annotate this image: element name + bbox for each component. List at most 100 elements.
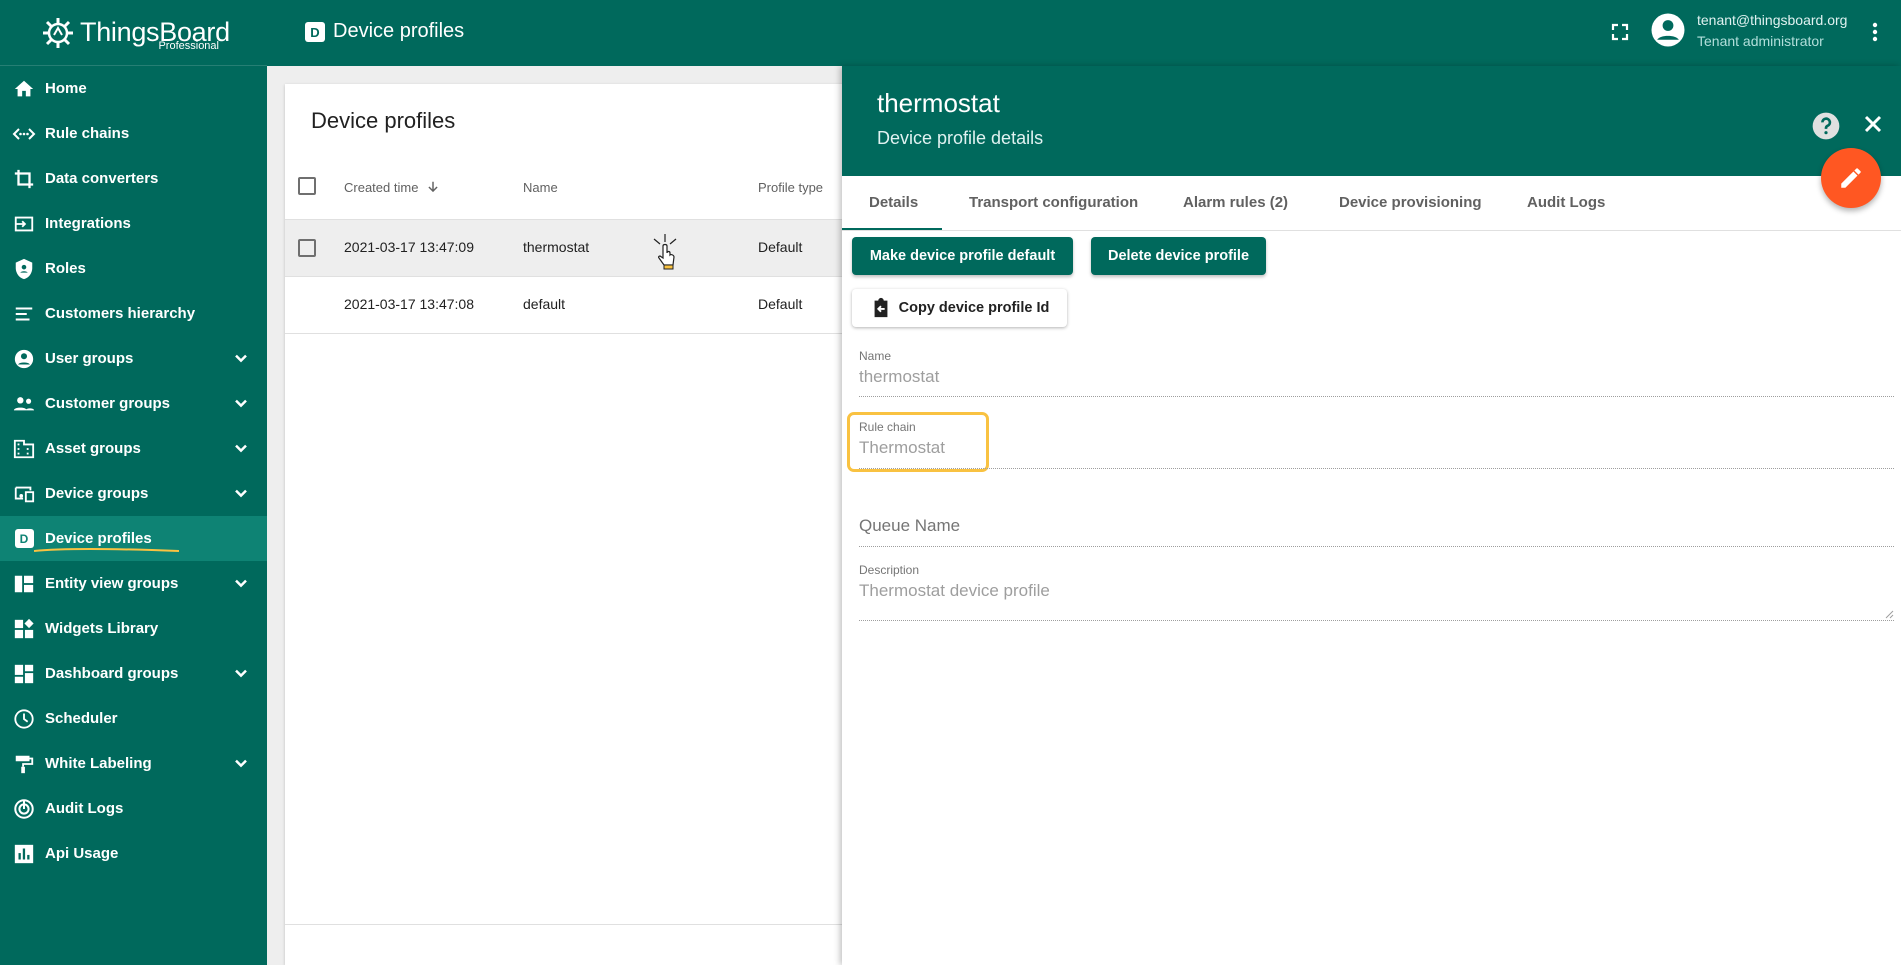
sidebar-item-label: User groups	[45, 350, 134, 367]
clock-icon	[12, 707, 36, 731]
table-row[interactable]: 2021-03-17 13:47:09 thermostat Default	[285, 220, 905, 277]
queue-name-field[interactable]: Queue Name	[859, 516, 1894, 566]
column-header-created-time[interactable]: Created time	[344, 180, 440, 195]
chevron-down-icon[interactable]	[231, 754, 251, 774]
chevron-down-icon[interactable]	[231, 394, 251, 414]
description-label: Description	[859, 563, 920, 577]
sidebar-item-device-profiles[interactable]: D Device profiles	[0, 516, 267, 561]
home-icon	[12, 77, 36, 101]
sidebar-item-scheduler[interactable]: Scheduler	[0, 696, 267, 741]
tab-transport-configuration[interactable]: Transport configuration	[969, 194, 1138, 211]
more-vert-icon[interactable]	[1863, 20, 1887, 44]
chevron-down-icon[interactable]	[231, 349, 251, 369]
chevron-down-icon[interactable]	[231, 574, 251, 594]
sidebar-item-label: Rule chains	[45, 125, 130, 142]
device-profile-icon: D	[12, 527, 36, 551]
details-header: thermostat Device profile details	[842, 66, 1901, 176]
details-subtitle: Device profile details	[877, 128, 1044, 148]
details-panel: thermostat Device profile details Detail…	[842, 66, 1901, 965]
rule-chain-field[interactable]: Rule chain Thermostat	[859, 420, 1894, 480]
avatar[interactable]	[1650, 12, 1686, 48]
sidebar-item-label: Customers hierarchy	[45, 305, 196, 322]
tab-device-provisioning[interactable]: Device provisioning	[1339, 194, 1482, 211]
hand-cursor-icon	[653, 234, 677, 270]
fullscreen-icon[interactable]	[1608, 20, 1632, 44]
description-field[interactable]: Description Thermostat device profile	[859, 563, 1894, 643]
rule-chain-label: Rule chain	[859, 420, 916, 434]
chevron-down-icon[interactable]	[231, 484, 251, 504]
thingsboard-logo-icon	[43, 17, 73, 48]
close-icon[interactable]	[1859, 110, 1887, 138]
user-role: Tenant administrator	[1697, 33, 1824, 49]
audit-icon	[12, 797, 36, 821]
arrow-down-icon	[428, 181, 438, 193]
sidebar-item-audit-logs[interactable]: Audit Logs	[0, 786, 267, 831]
data-converters-icon	[12, 167, 36, 191]
sidebar-item-customers-hierarchy[interactable]: Customers hierarchy	[0, 291, 267, 336]
name-field[interactable]: Name thermostat	[859, 349, 1894, 409]
device-profiles-card: Device profiles Created time Name Profil…	[285, 84, 905, 965]
sidebar-item-label: Home	[45, 80, 87, 97]
sidebar-item-label: Device profiles	[45, 530, 152, 547]
logo[interactable]: ThingsBoard Professional	[0, 0, 267, 66]
sidebar-item-device-groups[interactable]: Device groups	[0, 471, 267, 516]
copy-id-button[interactable]: Copy device profile Id	[852, 289, 1067, 327]
sidebar: ThingsBoard Professional Home Rule chain…	[0, 0, 267, 965]
sidebar-item-entity-view-groups[interactable]: Entity view groups	[0, 561, 267, 606]
name-underline	[859, 396, 1894, 397]
cell-name: thermostat	[523, 239, 590, 255]
tab-audit-logs[interactable]: Audit Logs	[1527, 194, 1605, 211]
sidebar-item-home[interactable]: Home	[0, 66, 267, 111]
active-tab-indicator	[842, 228, 942, 230]
table-row[interactable]: 2021-03-17 13:47:08 default Default	[285, 277, 905, 334]
rule-chain-value: Thermostat	[859, 438, 945, 457]
sidebar-item-label: Integrations	[45, 215, 131, 232]
table-title: Device profiles	[311, 108, 456, 133]
details-title: thermostat	[877, 88, 1000, 118]
clipboard-arrow-icon	[874, 297, 888, 318]
details-tabs: Details Transport configuration Alarm ru…	[842, 176, 1901, 231]
sidebar-item-label: Widgets Library	[45, 620, 159, 637]
make-default-button[interactable]: Make device profile default	[852, 237, 1073, 275]
integrations-icon	[12, 212, 36, 236]
sidebar-item-widgets-library[interactable]: Widgets Library	[0, 606, 267, 651]
cell-created-time: 2021-03-17 13:47:08	[344, 296, 474, 312]
chart-icon	[12, 842, 36, 866]
select-all-checkbox[interactable]	[298, 177, 316, 195]
column-header-name[interactable]: Name	[523, 180, 558, 195]
description-underline	[859, 620, 1894, 621]
device-profile-icon: D	[305, 22, 325, 42]
top-bar: D Device profiles tenant@thingsboard.org…	[267, 0, 1901, 66]
sidebar-item-roles[interactable]: Roles	[0, 246, 267, 291]
sidebar-item-user-groups[interactable]: User groups	[0, 336, 267, 381]
column-header-profile-type[interactable]: Profile type	[758, 180, 823, 195]
sidebar-item-label: Audit Logs	[45, 800, 124, 817]
cell-created-time: 2021-03-17 13:47:09	[344, 239, 474, 255]
help-icon[interactable]	[1810, 110, 1842, 142]
devices-icon	[12, 482, 36, 506]
tab-details[interactable]: Details	[869, 194, 918, 211]
chevron-down-icon[interactable]	[231, 439, 251, 459]
queue-name-underline	[859, 546, 1894, 547]
sidebar-item-dashboard-groups[interactable]: Dashboard groups	[0, 651, 267, 696]
dashboard-icon	[12, 662, 36, 686]
sidebar-item-label: Dashboard groups	[45, 665, 179, 682]
sidebar-item-integrations[interactable]: Integrations	[0, 201, 267, 246]
brand-edition: Professional	[158, 40, 219, 52]
sidebar-item-rule-chains[interactable]: Rule chains	[0, 111, 267, 156]
sidebar-item-api-usage[interactable]: Api Usage	[0, 831, 267, 876]
resize-handle-icon[interactable]	[1885, 610, 1894, 619]
sidebar-item-label: Customer groups	[45, 395, 171, 412]
sidebar-item-asset-groups[interactable]: Asset groups	[0, 426, 267, 471]
sidebar-item-customer-groups[interactable]: Customer groups	[0, 381, 267, 426]
tab-alarm-rules[interactable]: Alarm rules (2)	[1183, 194, 1288, 211]
account-icon	[12, 347, 36, 371]
sidebar-item-data-converters[interactable]: Data converters	[0, 156, 267, 201]
sidebar-item-white-labeling[interactable]: White Labeling	[0, 741, 267, 786]
row-checkbox[interactable]	[298, 239, 316, 257]
chevron-down-icon[interactable]	[231, 664, 251, 684]
sidebar-item-label: Api Usage	[45, 845, 119, 862]
delete-profile-button[interactable]: Delete device profile	[1091, 237, 1266, 275]
page-title: Device profiles	[333, 20, 465, 42]
roles-shield-icon	[12, 257, 36, 281]
